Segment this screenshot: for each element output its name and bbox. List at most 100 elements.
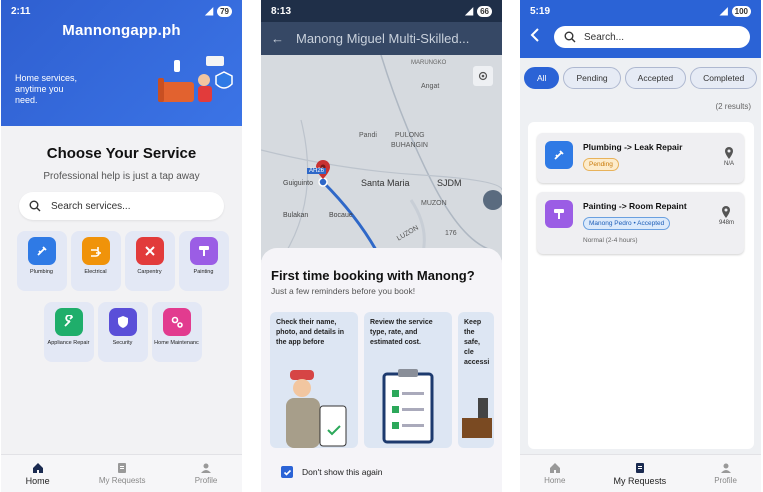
results-count: (2 results) [715, 102, 751, 111]
service-card-painting[interactable]: Painting [178, 231, 229, 291]
clipboard-icon [118, 463, 127, 473]
nav-my-requests[interactable]: My Requests [613, 462, 667, 486]
service-card-appliance-repair[interactable]: Appliance Repair [43, 302, 94, 362]
battery-indicator: 100 [731, 5, 751, 17]
person-icon [720, 463, 731, 473]
request-title: Plumbing -> Leak Repair [583, 142, 683, 152]
plumbing-icon [545, 141, 573, 169]
tip-card: Check their name, photo, and details in … [270, 312, 358, 448]
service-grid-row-1: Plumbing Electrical Carpentry Painting [15, 231, 230, 291]
service-card-plumbing[interactable]: Plumbing [16, 231, 67, 291]
service-search-input[interactable]: Search services... [19, 192, 224, 220]
status-bar: 5:19 ◢ 100 [520, 0, 761, 22]
my-location-button[interactable] [473, 66, 493, 86]
hero-illustration [158, 56, 233, 102]
electrical-icon [81, 237, 110, 265]
map-label: Bulakan [283, 212, 309, 219]
checklist-illustration [382, 369, 434, 444]
map-label: MUZON [421, 200, 447, 207]
requests-header: 5:19 ◢ 100 Search... [520, 0, 761, 58]
hero-banner: 2:11 ◢ 79 Mannongapp.ph Home services, an… [1, 0, 242, 126]
tips-carousel[interactable]: Check their name, photo, and details in … [270, 312, 494, 448]
service-grid-row-2: Appliance Repair Security Home Maintenan… [15, 302, 230, 362]
painting-icon [189, 237, 218, 265]
service-card-security[interactable]: Security [97, 302, 148, 362]
home-icon [549, 463, 560, 473]
tip-text: Review the service type, rate, and estim… [370, 319, 433, 346]
tip-text: Check their name, photo, and details in … [276, 319, 345, 346]
dont-show-label: Don't show this again [302, 467, 383, 477]
map-label: Santa Maria [361, 178, 410, 188]
painting-icon [545, 200, 573, 228]
search-icon [564, 31, 576, 43]
nav-profile[interactable]: Profile [714, 462, 737, 485]
requests-list: Plumbing -> Leak Repair Pending N/A Pain… [528, 122, 754, 449]
request-title: Painting -> Room Repaint [583, 201, 687, 211]
distance-value: 948m [718, 220, 734, 226]
request-card[interactable]: Painting -> Room Repaint Manong Pedro • … [537, 192, 744, 254]
request-card[interactable]: Plumbing -> Leak Repair Pending N/A [537, 133, 744, 183]
filter-chip-accepted[interactable]: Accepted [624, 67, 687, 89]
status-badge: Manong Pedro • Accepted [583, 217, 671, 230]
filter-chip-completed[interactable]: Completed [690, 67, 758, 89]
distance-value: N/A [723, 161, 734, 167]
nav-label: Profile [194, 476, 218, 485]
location-pin-icon [722, 206, 731, 218]
nav-home[interactable]: Home [26, 462, 50, 486]
person-icon [201, 463, 212, 473]
service-card-carpentry[interactable]: Carpentry [124, 231, 175, 291]
tip-card: Review the service type, rate, and estim… [364, 312, 452, 448]
nav-my-requests[interactable]: My Requests [99, 462, 146, 485]
first-booking-sheet: First time booking with Manong? Just a f… [261, 248, 502, 492]
home-icon [32, 462, 43, 473]
filter-chip-pending[interactable]: Pending [563, 67, 621, 89]
back-arrow-icon[interactable]: ← [271, 31, 284, 46]
app-bar: ← Manong Miguel Multi-Skilled... [261, 22, 502, 55]
service-label: Plumbing [30, 269, 53, 275]
worker-illustration [286, 370, 347, 448]
page-subtitle: Professional help is just a tap away [43, 171, 200, 182]
plumbing-icon [27, 237, 56, 265]
nav-label: Home [544, 476, 566, 485]
search-icon [29, 200, 41, 212]
service-label: Painting [193, 269, 214, 275]
service-card-home-maintenance[interactable]: Home Maintenanc [151, 302, 202, 362]
nav-label: My Requests [613, 475, 667, 486]
distance-indicator: 948m [719, 206, 734, 226]
map-label: Angat [421, 83, 440, 90]
nav-label: Profile [714, 476, 737, 485]
search-placeholder: Search services... [51, 200, 131, 212]
tip-card: Keep the safe, cle accessi [458, 312, 494, 448]
map-label: MARUNGKO [411, 60, 447, 66]
service-card-electrical[interactable]: Electrical [70, 231, 121, 291]
map-label: BUHANGIN [391, 142, 428, 149]
tip-text: Keep the safe, cle accessi [464, 319, 490, 366]
map-label: Pandi [359, 132, 377, 139]
filter-chip-all[interactable]: All [524, 67, 560, 89]
map-label: 176 [445, 230, 457, 237]
service-label: Electrical [84, 269, 107, 275]
map-label: AH26 [307, 168, 327, 174]
map-label: PULONG [395, 132, 425, 139]
service-label: Carpentry [137, 269, 162, 275]
status-time: 8:13 [271, 5, 292, 17]
home-screen: 2:11 ◢ 79 Mannongapp.ph Home services, an… [1, 0, 242, 492]
requests-search-input[interactable]: Search... [554, 26, 750, 48]
booking-screen: MARUNGKO Angat Pandi PULONG BUHANGIN AH2… [261, 0, 502, 492]
search-placeholder: Search... [584, 31, 625, 43]
service-label: Home Maintenanc [154, 340, 199, 346]
checkbox-checked-icon [281, 466, 293, 478]
map-label: SJDM [437, 178, 462, 188]
tagline: Home services, anytime you need. [15, 73, 78, 105]
nav-label: My Requests [98, 476, 146, 485]
bottom-nav: Home My Requests Profile [520, 454, 761, 492]
status-time: 2:11 [11, 5, 31, 17]
status-bar: 8:13 ◢ 66 [261, 0, 502, 22]
status-time: 5:19 [530, 5, 551, 17]
sheet-hint: Just a few reminders before you book! [271, 286, 416, 296]
nav-profile[interactable]: Profile [194, 462, 218, 485]
dont-show-again-checkbox[interactable]: Don't show this again [281, 466, 383, 478]
back-chevron-icon[interactable] [530, 28, 540, 47]
status-badge: Pending [583, 158, 619, 171]
nav-home[interactable]: Home [544, 462, 565, 485]
